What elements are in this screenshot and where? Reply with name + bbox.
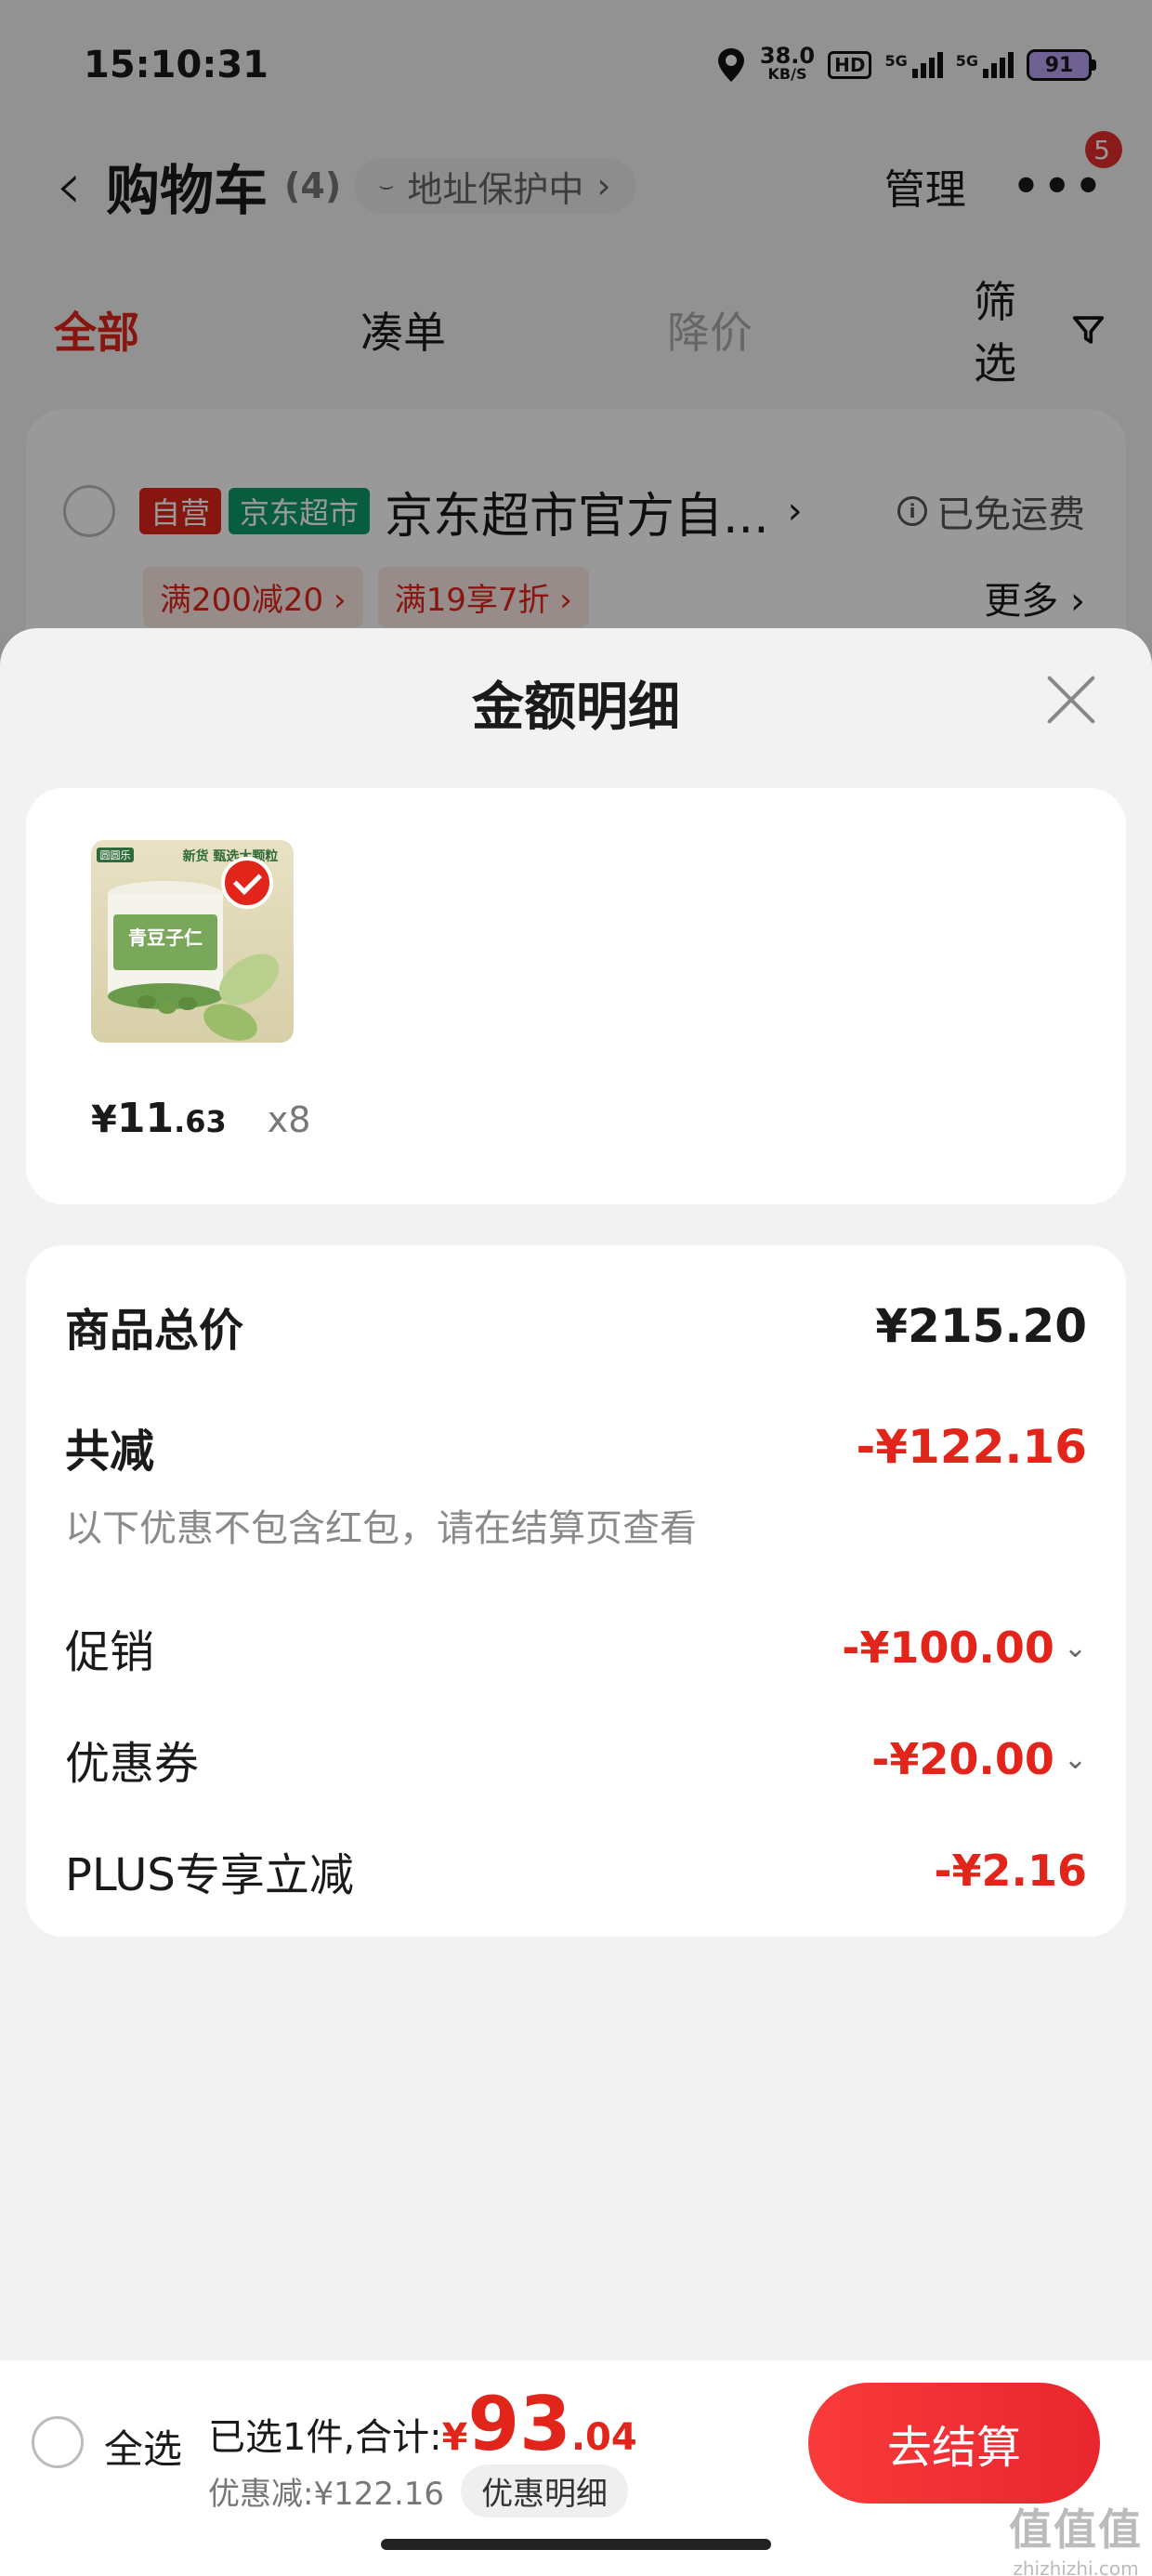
- total-price-row: 商品总价 ¥215.20: [65, 1294, 1087, 1359]
- watermark: 值值值 zhizhizhi.com: [1009, 2496, 1143, 2576]
- sheet-title: 金额明细: [472, 677, 680, 738]
- summary-label: 已选1件,合计:: [208, 2416, 442, 2459]
- checkout-button[interactable]: 去结算: [808, 2383, 1100, 2504]
- total-integer: 93: [467, 2381, 571, 2467]
- watermark-domain: zhizhizhi.com: [1013, 2557, 1139, 2576]
- discount-detail-button[interactable]: 优惠明细: [461, 2464, 629, 2517]
- promotion-row[interactable]: 促销 -¥100.00 ⌄: [65, 1615, 1087, 1680]
- item-price-currency: ¥: [91, 1098, 117, 1141]
- item-price-line: ¥ 11 .63 x8: [91, 1095, 310, 1142]
- plus-discount-label: PLUS专享立减: [65, 1849, 354, 1901]
- amount-breakdown-card: 商品总价 ¥215.20 共减 -¥122.16 以下优惠不包含红包，请在结算页…: [26, 1245, 1126, 1937]
- discount-note: 以下优惠不包含红包，请在结算页查看: [65, 1507, 697, 1550]
- coupon-value: -¥20.00: [871, 1734, 1054, 1784]
- select-all-radio[interactable]: [32, 2416, 84, 2468]
- total-reduce-row: 共减 -¥122.16: [65, 1414, 1087, 1479]
- total-price-label: 商品总价: [65, 1305, 244, 1357]
- total-currency: ¥: [441, 2416, 468, 2459]
- item-price-integer: 11: [116, 1095, 175, 1142]
- chevron-down-icon: ⌄: [1063, 1631, 1087, 1664]
- close-icon[interactable]: [1042, 671, 1100, 729]
- plus-discount-value: -¥2.16: [934, 1846, 1087, 1896]
- coupon-label: 优惠券: [65, 1738, 200, 1790]
- order-summary: 已选1件,合计: ¥ 93 .04: [208, 2381, 637, 2467]
- selected-check-icon: [221, 857, 273, 909]
- total-price-value: ¥215.20: [875, 1299, 1087, 1353]
- selected-items-card: 圆圆乐 新货 甄选大颗粒 青豆子仁 ¥ 11 .63 x8: [26, 788, 1126, 1204]
- plus-discount-row: PLUS专享立减 -¥2.16: [65, 1838, 1087, 1903]
- select-all-label[interactable]: 全选: [104, 2418, 182, 2475]
- watermark-logo: 值值值: [1009, 2504, 1143, 2555]
- home-indicator[interactable]: [381, 2539, 771, 2550]
- chevron-down-icon: ⌄: [1063, 1742, 1087, 1776]
- total-decimal: .04: [570, 2416, 637, 2459]
- promotion-value: -¥100.00: [842, 1623, 1054, 1673]
- package-name: 青豆子仁: [128, 927, 203, 949]
- promotion-label: 促销: [65, 1626, 155, 1678]
- item-price-decimal: .63: [174, 1104, 227, 1139]
- coupon-row[interactable]: 优惠券 -¥20.00 ⌄: [65, 1727, 1087, 1792]
- discount-amount: 优惠减:¥122.16: [208, 2476, 445, 2513]
- item-quantity: x8: [267, 1099, 311, 1140]
- package-brand: 圆圆乐: [100, 849, 131, 861]
- discount-line: 优惠减:¥122.16 优惠明细: [208, 2464, 629, 2517]
- total-reduce-value: -¥122.16: [856, 1420, 1088, 1474]
- total-reduce-label: 共减: [65, 1426, 155, 1478]
- amount-detail-sheet: 金额明细 圆圆乐 新货 甄选大颗粒 青豆子仁 ¥ 11 .63 x8 商品总价 …: [0, 628, 1152, 2576]
